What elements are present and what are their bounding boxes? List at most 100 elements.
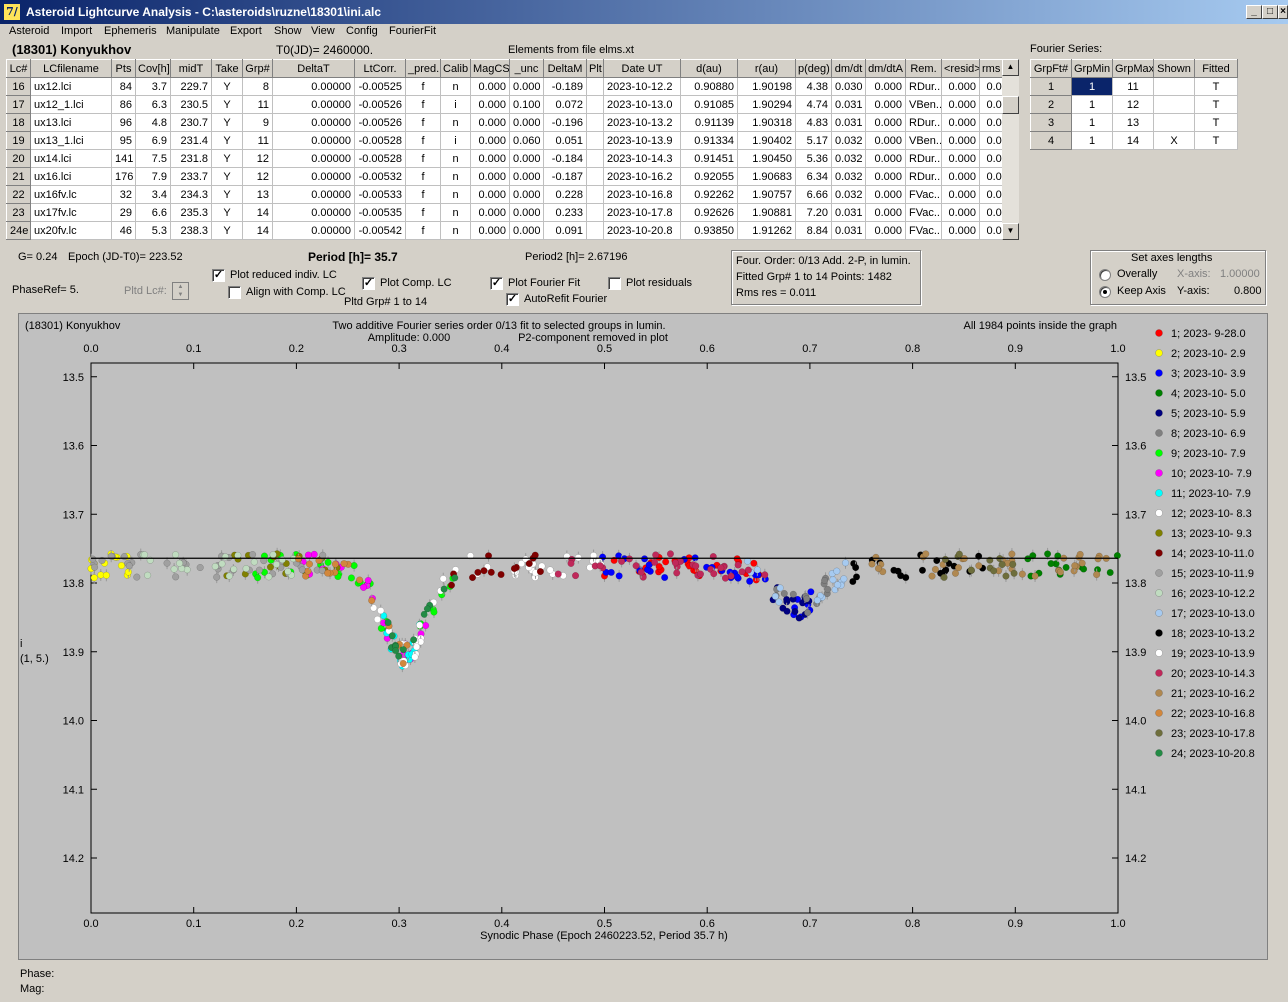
lc-table-cell[interactable]: 0.000 <box>509 203 544 222</box>
lc-table-cell[interactable]: 0.000 <box>941 167 980 186</box>
lc-table-cell[interactable]: 0.000 <box>509 221 544 240</box>
table-scrollbar[interactable]: ▲ ▼ <box>1002 59 1019 240</box>
lc-table-cell[interactable]: n <box>440 77 471 96</box>
lc-table-cell[interactable]: Y <box>211 77 243 96</box>
lc-table-cell[interactable]: 46 <box>111 221 136 240</box>
lc-table-cell[interactable]: 4.83 <box>795 113 832 132</box>
lc-table-row[interactable]: 17 ux12_1.lci 86 6.3 230.5 Y 11 0.00000 -0.00526… <box>6 95 1018 114</box>
lc-table-cell[interactable]: 14 <box>242 221 273 240</box>
lc-table-cell[interactable]: 0.000 <box>470 77 510 96</box>
lc-table-cell[interactable]: 0.031 <box>831 221 866 240</box>
menu-manipulate[interactable]: Manipulate <box>166 25 220 37</box>
lc-table-cell[interactable]: n <box>440 113 471 132</box>
lc-table-cell[interactable]: ux16.lci <box>30 167 112 186</box>
lc-table-cell[interactable]: ux12_1.lci <box>30 95 112 114</box>
lc-row-header[interactable]: 16 <box>6 77 31 96</box>
lc-table-cell[interactable]: 0.000 <box>470 95 510 114</box>
autorefit-checkbox[interactable]: ✓ <box>506 293 519 306</box>
fourier-column-header[interactable]: GrpFt# <box>1030 59 1072 78</box>
plot-reduced-checkbox[interactable]: ✓ <box>212 269 225 282</box>
lc-table-cell[interactable]: 0.000 <box>941 149 980 168</box>
menu-fourierfit[interactable]: FourierFit <box>389 25 436 37</box>
lc-table-row[interactable]: 20 ux14.lci 141 7.5 231.8 Y 12 0.00000 -0.00528 f… <box>6 149 1018 168</box>
lc-table-cell[interactable]: f <box>405 185 441 204</box>
lc-table-cell[interactable]: 235.3 <box>170 203 212 222</box>
lc-column-header[interactable]: _pred. <box>405 59 441 78</box>
lc-table-cell[interactable]: 0.00000 <box>272 221 355 240</box>
lc-table-cell[interactable]: 0.032 <box>831 131 866 150</box>
yaxis-value[interactable]: 0.800 <box>1234 285 1262 297</box>
lc-table-cell[interactable]: 0.000 <box>470 131 510 150</box>
lc-row-header[interactable]: 17 <box>6 95 31 114</box>
fourier-column-header[interactable]: Shown <box>1153 59 1195 78</box>
lc-table-cell[interactable]: 0.000 <box>470 149 510 168</box>
keep-axis-radio[interactable] <box>1099 286 1111 298</box>
pltd-lc-spinner[interactable]: ▲ ▼ <box>172 282 189 300</box>
lc-table-cell[interactable]: 5.17 <box>795 131 832 150</box>
fourier-column-header[interactable]: GrpMin <box>1071 59 1113 78</box>
lc-table-cell[interactable]: f <box>405 149 441 168</box>
lc-table-cell[interactable]: 0.91451 <box>680 149 738 168</box>
lightcurve-table[interactable]: Lc# LCfilename Pts Cov[h] midT Take Grp# DeltaT… <box>6 59 1018 240</box>
fourier-column-header[interactable]: GrpMax <box>1112 59 1154 78</box>
lc-table-cell[interactable]: 6.34 <box>795 167 832 186</box>
lc-table-cell[interactable]: 0.000 <box>865 131 906 150</box>
lc-table-cell[interactable]: 2023-10-20.8 <box>603 221 681 240</box>
period2-label[interactable]: Period2 [h]= 2.67196 <box>525 251 627 263</box>
lc-table-cell[interactable]: 0.92262 <box>680 185 738 204</box>
lc-table-cell[interactable]: 9 <box>242 113 273 132</box>
lc-table-cell[interactable]: 2023-10-13.9 <box>603 131 681 150</box>
lc-table-cell[interactable]: 8 <box>242 77 273 96</box>
maximize-button[interactable]: □ <box>1262 5 1278 19</box>
lc-table-cell[interactable]: 0.92626 <box>680 203 738 222</box>
lc-table-cell[interactable]: 0.051 <box>543 131 587 150</box>
lc-table-cell[interactable]: 0.000 <box>509 185 544 204</box>
lc-column-header[interactable]: Grp# <box>242 59 273 78</box>
fourier-table-cell[interactable]: 1 <box>1071 77 1113 96</box>
lc-table-cell[interactable]: 0.000 <box>941 221 980 240</box>
fourier-table-cell[interactable]: 1 <box>1071 113 1113 132</box>
lc-table-cell[interactable]: 0.000 <box>865 203 906 222</box>
lc-table-cell[interactable]: 0.91085 <box>680 95 738 114</box>
lc-table-cell[interactable]: 2023-10-16.8 <box>603 185 681 204</box>
lc-table-cell[interactable]: 0.00000 <box>272 113 355 132</box>
lc-table-cell[interactable]: 0.032 <box>831 149 866 168</box>
lc-table-cell[interactable]: 1.90683 <box>737 167 796 186</box>
lc-table-cell[interactable]: FVac... <box>905 221 942 240</box>
fourier-table-row[interactable]: 4 1 14 X T <box>1030 131 1238 150</box>
lc-table-cell[interactable]: Y <box>211 149 243 168</box>
lc-table-cell[interactable]: 11 <box>242 95 273 114</box>
lc-table-cell[interactable]: 0.000 <box>509 167 544 186</box>
lc-table-row[interactable]: 16 ux12.lci 84 3.7 229.7 Y 8 0.00000 -0.00525 f n 0… <box>6 77 1018 96</box>
lc-table-cell[interactable]: 1.90294 <box>737 95 796 114</box>
lc-table-cell[interactable]: 13 <box>242 185 273 204</box>
lc-table-cell[interactable]: FVac... <box>905 185 942 204</box>
lc-table-cell[interactable]: 8.84 <box>795 221 832 240</box>
scroll-down-button[interactable]: ▼ <box>1002 223 1019 240</box>
lc-table-cell[interactable]: -0.196 <box>543 113 587 132</box>
lc-table-cell[interactable]: 5.36 <box>795 149 832 168</box>
lc-row-header[interactable]: 19 <box>6 131 31 150</box>
lc-table-cell[interactable]: 2023-10-14.3 <box>603 149 681 168</box>
lc-table-cell[interactable]: 234.3 <box>170 185 212 204</box>
lc-table-cell[interactable]: 0.000 <box>470 167 510 186</box>
lc-table-cell[interactable] <box>586 77 604 96</box>
scroll-up-button[interactable]: ▲ <box>1002 59 1019 76</box>
fourier-table-cell[interactable] <box>1153 95 1195 114</box>
lc-table-cell[interactable]: VBen... <box>905 131 942 150</box>
lc-table-cell[interactable]: 0.031 <box>831 95 866 114</box>
fourier-row-header[interactable]: 3 <box>1030 113 1072 132</box>
lc-table-cell[interactable]: 0.000 <box>509 113 544 132</box>
lc-table-cell[interactable]: 29 <box>111 203 136 222</box>
lc-table-cell[interactable]: 6.9 <box>135 131 171 150</box>
lc-table-cell[interactable]: f <box>405 95 441 114</box>
period-label[interactable]: Period [h]= 35.7 <box>308 250 398 264</box>
menu-asteroid[interactable]: Asteroid <box>9 25 49 37</box>
lc-table-cell[interactable]: 2023-10-12.2 <box>603 77 681 96</box>
lc-table-cell[interactable]: RDur... <box>905 113 942 132</box>
lightcurve-chart[interactable]: (18301) Konyukhov Two additive Fourier s… <box>19 314 1267 959</box>
lc-column-header[interactable]: dm/dt <box>831 59 866 78</box>
lc-table-cell[interactable]: -0.00535 <box>354 203 406 222</box>
lc-table-cell[interactable]: 96 <box>111 113 136 132</box>
lc-table-cell[interactable]: Y <box>211 185 243 204</box>
